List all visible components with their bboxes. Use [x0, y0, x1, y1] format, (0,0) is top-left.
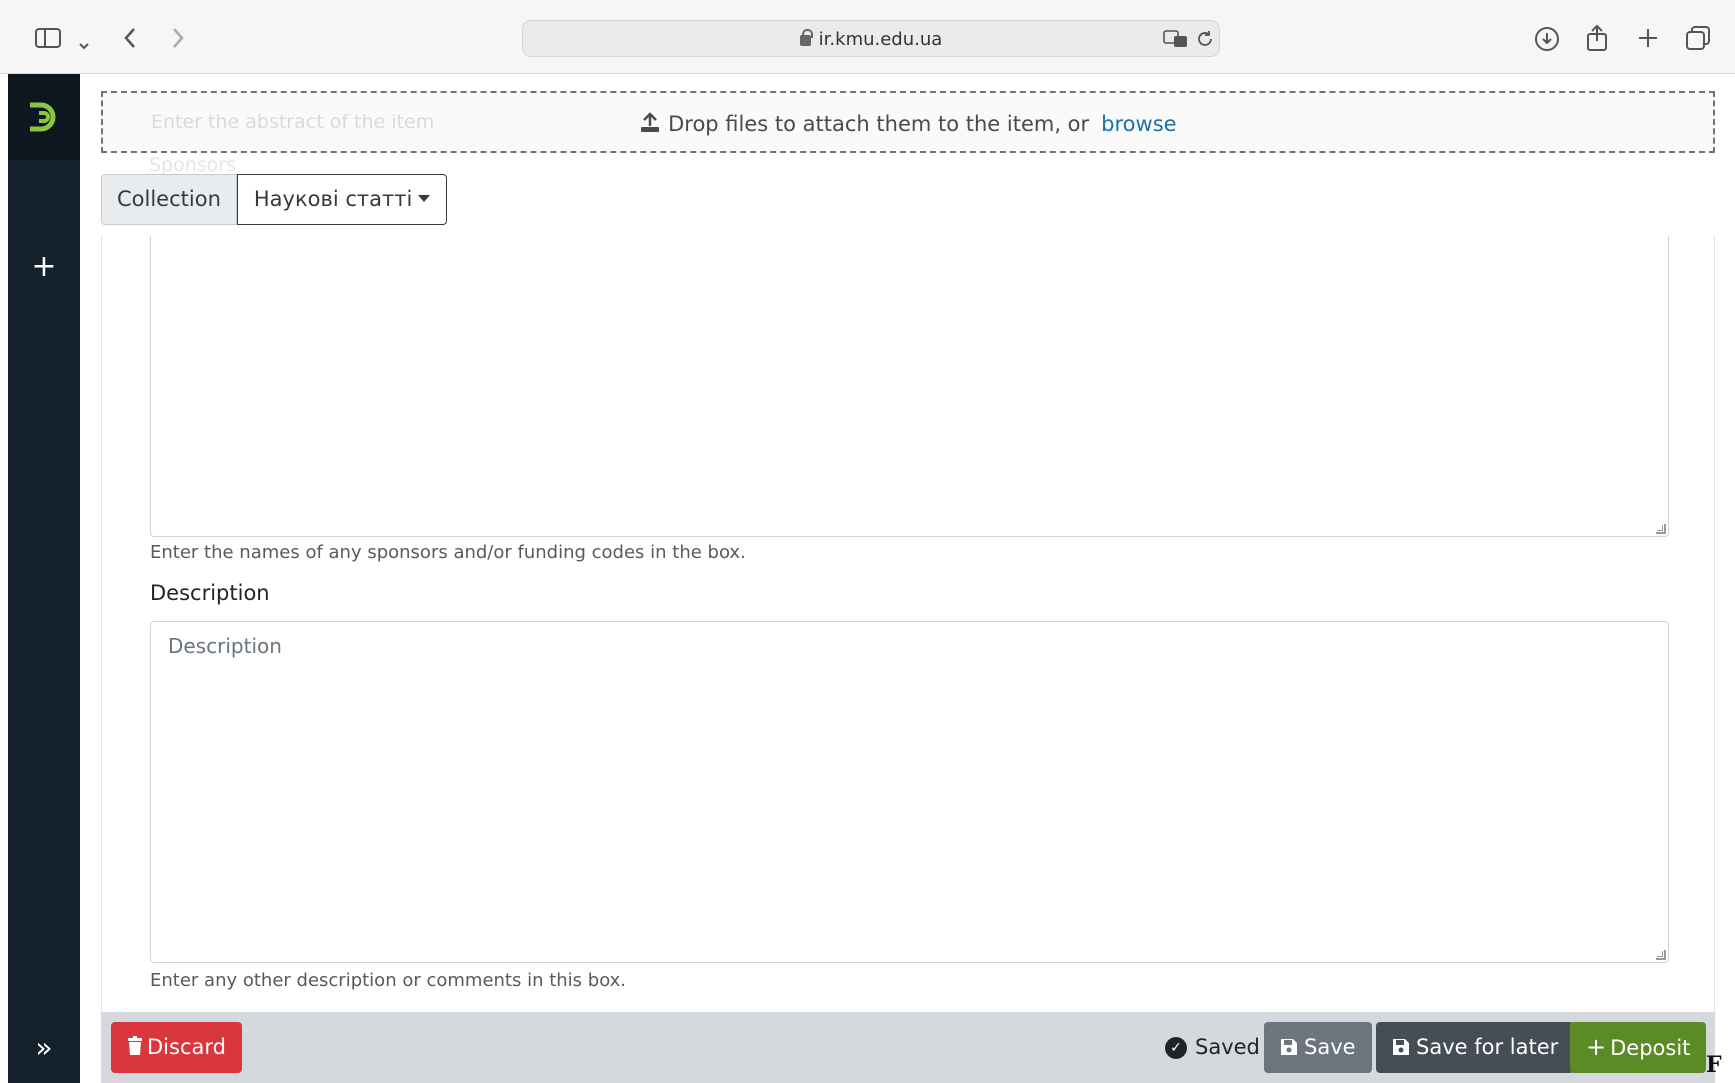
dspace-logo[interactable] [8, 74, 80, 160]
add-new-button[interactable]: + [8, 252, 80, 282]
reload-icon[interactable] [1195, 29, 1215, 53]
upload-icon [639, 112, 668, 136]
url-text: ir.kmu.edu.ua [818, 29, 943, 50]
submission-actions: Discard ✓ Saved Save Save for later + Depo… [101, 1012, 1715, 1083]
share-icon[interactable] [1585, 24, 1609, 56]
collection-selector: Collection Наукові статті [101, 174, 448, 225]
expand-sidebar-button[interactable]: » [8, 1034, 80, 1062]
resize-grip-icon[interactable] [1656, 950, 1666, 960]
resize-grip-icon[interactable] [1656, 524, 1666, 534]
collection-dropdown[interactable]: Наукові статті [236, 174, 448, 225]
floppy-disk-icon [1393, 1039, 1409, 1055]
lock-icon [799, 29, 813, 46]
address-bar[interactable]: ir.kmu.edu.ua [522, 20, 1220, 57]
save-button[interactable]: Save [1264, 1022, 1372, 1073]
description-label: Description [150, 581, 270, 605]
tabs-overview-icon[interactable] [1685, 25, 1711, 55]
save-for-later-button[interactable]: Save for later [1376, 1022, 1575, 1073]
chevron-down-icon[interactable] [78, 31, 90, 55]
browse-link[interactable]: browse [1101, 112, 1176, 136]
forward-arrow-icon[interactable] [170, 26, 186, 54]
dropzone-text: Drop files to attach them to the item, o… [668, 112, 1090, 136]
left-sidebar: + » [8, 74, 80, 1083]
discard-button[interactable]: Discard [111, 1022, 242, 1073]
corner-mark: F [1706, 1052, 1722, 1078]
trash-icon [128, 1036, 142, 1055]
logo-icon [30, 102, 56, 132]
new-tab-icon[interactable] [1636, 26, 1660, 54]
check-circle-icon: ✓ [1165, 1037, 1187, 1059]
download-icon[interactable] [1534, 26, 1560, 56]
description-help: Enter any other description or comments … [150, 970, 627, 991]
back-arrow-icon[interactable] [122, 26, 138, 54]
plus-icon: + [1586, 1033, 1607, 1061]
file-dropzone[interactable]: Enter the abstract of the item Drop file… [101, 91, 1715, 153]
description-placeholder: Description [168, 634, 282, 658]
saved-status: ✓ Saved [1165, 1022, 1260, 1073]
caret-down-icon [418, 195, 431, 202]
collection-value: Наукові статті [253, 187, 413, 211]
sponsors-textarea[interactable] [150, 236, 1669, 537]
description-textarea[interactable]: Description [150, 621, 1669, 963]
sponsors-label-ghost: Sponsors [149, 154, 237, 176]
translate-icon[interactable] [1163, 29, 1189, 53]
deposit-button[interactable]: + Deposit [1570, 1022, 1707, 1073]
sponsors-help: Enter the names of any sponsors and/or f… [150, 542, 746, 563]
browser-toolbar: ir.kmu.edu.ua [0, 0, 1735, 74]
sidebar-toggle-icon[interactable] [34, 26, 62, 54]
form-section: Enter the names of any sponsors and/or f… [101, 236, 1715, 1013]
collection-label: Collection [101, 174, 237, 225]
floppy-disk-icon [1281, 1039, 1297, 1055]
